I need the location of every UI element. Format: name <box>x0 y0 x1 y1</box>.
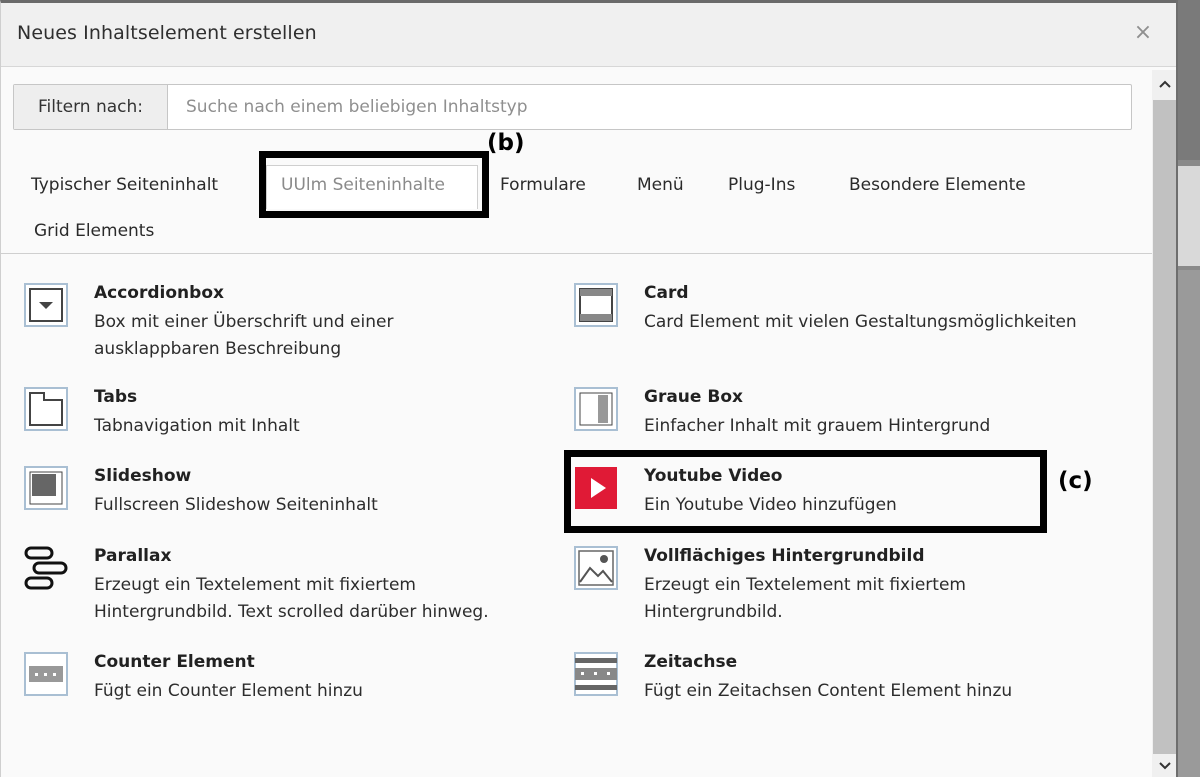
tab-besondere-elemente[interactable]: Besondere Elemente <box>849 175 1026 195</box>
element-title: Zeitachse <box>644 652 738 672</box>
accordion-icon <box>24 283 68 327</box>
element-youtube-video[interactable]: Youtube Video Ein Youtube Video hinzufüg… <box>574 466 1034 516</box>
annotation-box-b <box>259 151 489 218</box>
element-title: Card <box>644 283 689 303</box>
element-description-line: Hintergrundbild. <box>644 602 783 622</box>
element-description-line: Ein Youtube Video hinzufügen <box>644 495 897 515</box>
element-description: Fügt ein Zeitachsen Content Element hinz… <box>644 678 1012 705</box>
timeline-icon <box>574 652 618 696</box>
grey-box-icon <box>574 387 618 431</box>
annotation-label-b: (b) <box>487 130 525 156</box>
element-graue-box[interactable]: Graue Box Einfacher Inhalt mit grauem Hi… <box>574 387 1094 437</box>
tab-formulare[interactable]: Formulare <box>500 175 586 195</box>
filter-input[interactable] <box>168 85 1128 129</box>
element-description-line: Fullscreen Slideshow Seiteninhalt <box>94 495 378 515</box>
vertical-scrollbar[interactable] <box>1152 70 1176 777</box>
dialog-title: Neues Inhaltselement erstellen <box>17 22 317 44</box>
element-parallax[interactable]: Parallax Erzeugt ein Textelement mit fix… <box>24 546 564 626</box>
tab-plug-ins[interactable]: Plug-Ins <box>728 175 795 195</box>
element-title: Graue Box <box>644 387 743 407</box>
annotation-label-c: (c) <box>1058 468 1093 494</box>
parallax-icon <box>24 546 68 590</box>
element-title: Accordionbox <box>94 283 224 303</box>
element-description-line: Box mit einer Überschrift und einer <box>94 312 394 332</box>
close-icon[interactable]: × <box>1131 21 1155 45</box>
element-description: Fullscreen Slideshow Seiteninhalt <box>94 492 378 519</box>
tabs-divider <box>1 253 1152 254</box>
element-description-line: Hintergrundbild. Text scrolled darüber h… <box>94 602 489 622</box>
element-counter[interactable]: Counter Element Fügt ein Counter Element… <box>24 652 544 702</box>
element-title: Slideshow <box>94 466 192 486</box>
scroll-down-icon[interactable] <box>1152 752 1176 777</box>
slideshow-icon <box>24 466 68 510</box>
element-description-line: ausklappbaren Beschreibung <box>94 339 342 359</box>
element-description: Box mit einer Überschrift und einer ausk… <box>94 309 393 363</box>
element-description: Card Element mit vielen Gestaltungsmögli… <box>644 309 1077 336</box>
element-description: Ein Youtube Video hinzufügen <box>644 492 897 519</box>
dialog-header: Neues Inhaltselement erstellen × <box>1 3 1176 67</box>
tab-menue[interactable]: Menü <box>637 175 684 195</box>
background-image-icon <box>574 546 618 590</box>
element-zeitachse[interactable]: Zeitachse Fügt ein Zeitachsen Content El… <box>574 652 1094 702</box>
scroll-up-icon[interactable] <box>1152 70 1176 98</box>
element-description: Einfacher Inhalt mit grauem Hintergrund <box>644 413 990 440</box>
element-description-line: Einfacher Inhalt mit grauem Hintergrund <box>644 416 991 436</box>
filter-label: Filtern nach: <box>14 85 168 129</box>
element-description-line: Tabnavigation mit Inhalt <box>94 416 300 436</box>
element-description-line: Card Element mit vielen Gestaltungsmögli… <box>644 312 1077 332</box>
tab-grid-elements[interactable]: Grid Elements <box>34 221 154 241</box>
element-title: Tabs <box>94 387 138 407</box>
element-description-line: Erzeugt ein Textelement mit fixiertem <box>94 575 416 595</box>
counter-icon <box>24 652 68 696</box>
element-vollflaechiges-hintergrundbild[interactable]: Vollflächiges Hintergrundbild Erzeugt ei… <box>574 546 1114 626</box>
element-description: Erzeugt ein Textelement mit fixiertem Hi… <box>94 572 489 626</box>
element-title: Youtube Video <box>644 466 783 486</box>
element-description-line: Fügt ein Counter Element hinzu <box>94 681 363 701</box>
card-icon <box>574 283 618 327</box>
element-accordionbox[interactable]: Accordionbox Box mit einer Überschrift u… <box>24 283 544 363</box>
backdrop <box>1178 0 1200 777</box>
tab-typischer-seiteninhalt[interactable]: Typischer Seiteninhalt <box>31 175 218 195</box>
scroll-thumb[interactable] <box>1153 100 1176 754</box>
element-description-line: Erzeugt ein Textelement mit fixiertem <box>644 575 966 595</box>
element-description-line: Fügt ein Zeitachsen Content Element hinz… <box>644 681 1013 701</box>
element-description: Tabnavigation mit Inhalt <box>94 413 300 440</box>
element-slideshow[interactable]: Slideshow Fullscreen Slideshow Seiteninh… <box>24 466 544 516</box>
element-tabs[interactable]: Tabs Tabnavigation mit Inhalt <box>24 387 544 437</box>
element-title: Parallax <box>94 546 172 566</box>
element-description: Erzeugt ein Textelement mit fixiertem Hi… <box>644 572 966 626</box>
filter-group: Filtern nach: <box>13 84 1132 130</box>
element-card[interactable]: Card Card Element mit vielen Gestaltungs… <box>574 283 1134 343</box>
tabs-icon <box>24 387 68 431</box>
element-description: Fügt ein Counter Element hinzu <box>94 678 363 705</box>
element-title: Counter Element <box>94 652 255 672</box>
element-title: Vollflächiges Hintergrundbild <box>644 546 925 566</box>
new-content-element-dialog: Neues Inhaltselement erstellen × Filtern… <box>0 0 1176 777</box>
youtube-icon <box>575 467 617 509</box>
